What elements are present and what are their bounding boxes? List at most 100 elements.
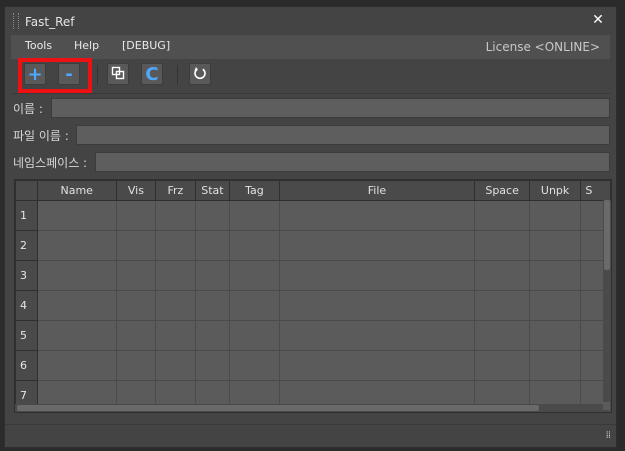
- row-header[interactable]: 5: [15, 320, 38, 351]
- table-cell[interactable]: [278, 350, 476, 381]
- table-cell[interactable]: [229, 230, 280, 261]
- c-button[interactable]: C: [141, 63, 163, 85]
- table-cell[interactable]: [115, 320, 157, 351]
- copy-button[interactable]: [107, 63, 129, 85]
- table-cell[interactable]: [115, 200, 157, 231]
- column-header-unpk[interactable]: Unpk: [528, 180, 582, 201]
- column-header-s[interactable]: S: [580, 180, 611, 201]
- table-cell[interactable]: [474, 260, 530, 291]
- table-cell[interactable]: [278, 200, 476, 231]
- row-header[interactable]: 6: [15, 350, 38, 381]
- table-cell[interactable]: [528, 200, 582, 231]
- name-input[interactable]: [51, 98, 610, 118]
- table-cell[interactable]: [115, 230, 157, 261]
- table-cell[interactable]: [115, 350, 157, 381]
- menu-help[interactable]: Help: [74, 39, 99, 52]
- corner-header[interactable]: [15, 180, 38, 201]
- table-cell[interactable]: [474, 230, 530, 261]
- table-cell[interactable]: [278, 260, 476, 291]
- table-cell[interactable]: [229, 200, 280, 231]
- column-header-tag[interactable]: Tag: [229, 180, 280, 201]
- filename-label: 파일 이름 :: [13, 129, 69, 143]
- horizontal-scroll-thumb[interactable]: [17, 405, 539, 411]
- table-cell[interactable]: [115, 260, 157, 291]
- filename-input[interactable]: [76, 125, 610, 145]
- table-cell[interactable]: [528, 320, 582, 351]
- column-header-stat[interactable]: Stat: [194, 180, 231, 201]
- table-cell[interactable]: [528, 230, 582, 261]
- table-cell[interactable]: [278, 230, 476, 261]
- table-cell[interactable]: [229, 260, 280, 291]
- drag-grip-icon[interactable]: [13, 13, 19, 29]
- table-row[interactable]: 2: [15, 230, 611, 261]
- close-icon: ✕: [592, 12, 604, 28]
- table-cell[interactable]: [194, 290, 231, 321]
- table-cell[interactable]: [36, 290, 117, 321]
- column-header-space[interactable]: Space: [474, 180, 530, 201]
- table-cell[interactable]: [115, 290, 157, 321]
- table-cell[interactable]: [528, 290, 582, 321]
- namespace-label: 네임스페이스 :: [13, 156, 88, 170]
- table-row[interactable]: 1: [15, 200, 611, 231]
- menu-debug[interactable]: [DEBUG]: [122, 39, 170, 52]
- table-cell[interactable]: [474, 320, 530, 351]
- name-label: 이름 :: [13, 102, 43, 116]
- table-cell[interactable]: [194, 350, 231, 381]
- table-cell[interactable]: [36, 320, 117, 351]
- column-header-file[interactable]: File: [278, 180, 476, 201]
- table-cell[interactable]: [229, 290, 280, 321]
- table-cell[interactable]: [194, 230, 231, 261]
- table-cell[interactable]: [155, 290, 196, 321]
- filename-row: 파일 이름 :: [11, 124, 610, 146]
- table-row[interactable]: 4: [15, 290, 611, 321]
- row-header[interactable]: 4: [15, 290, 38, 321]
- table-cell[interactable]: [474, 350, 530, 381]
- table-cell[interactable]: [474, 200, 530, 231]
- table-cell[interactable]: [528, 260, 582, 291]
- title-bar[interactable]: Fast_Ref ✕: [5, 7, 616, 35]
- table-cell[interactable]: [155, 260, 196, 291]
- namespace-row: 네임스페이스 :: [11, 151, 610, 173]
- table-cell[interactable]: [155, 320, 196, 351]
- table-cell[interactable]: [474, 290, 530, 321]
- toolbar-divider: [97, 65, 98, 85]
- table-cell[interactable]: [155, 200, 196, 231]
- highlight-box: [18, 58, 92, 93]
- table-header-row: Name Vis Frz Stat Tag File Space Unpk S: [15, 180, 611, 201]
- table-cell[interactable]: [229, 350, 280, 381]
- row-header[interactable]: 1: [15, 200, 38, 231]
- table-cell[interactable]: [36, 230, 117, 261]
- table-row[interactable]: 3: [15, 260, 611, 291]
- table-row[interactable]: 5: [15, 320, 611, 351]
- column-header-name[interactable]: Name: [36, 180, 117, 201]
- column-header-vis[interactable]: Vis: [115, 180, 157, 201]
- table-cell[interactable]: [155, 350, 196, 381]
- table-cell[interactable]: [229, 320, 280, 351]
- table-cell[interactable]: [155, 230, 196, 261]
- refresh-icon: [193, 66, 207, 83]
- close-button[interactable]: ✕: [590, 12, 606, 28]
- table-row[interactable]: 6: [15, 350, 611, 381]
- table-cell[interactable]: [36, 200, 117, 231]
- table-cell[interactable]: [194, 260, 231, 291]
- table-cell[interactable]: [36, 260, 117, 291]
- license-status: License <ONLINE>: [485, 40, 600, 54]
- toolbar: + - C: [11, 58, 610, 94]
- column-header-frz[interactable]: Frz: [155, 180, 196, 201]
- table-cell[interactable]: [278, 290, 476, 321]
- table-cell[interactable]: [194, 200, 231, 231]
- resize-grip-icon[interactable]: ⁞⁞: [606, 430, 611, 441]
- horizontal-scrollbar[interactable]: [15, 404, 603, 412]
- table-cell[interactable]: [194, 320, 231, 351]
- row-header[interactable]: 2: [15, 230, 38, 261]
- row-header[interactable]: 3: [15, 260, 38, 291]
- vertical-scrollbar[interactable]: [603, 200, 611, 402]
- namespace-input[interactable]: [95, 152, 610, 172]
- fast-ref-window: Fast_Ref ✕ Tools Help [DEBUG] License <O…: [4, 6, 617, 448]
- refresh-button[interactable]: [189, 63, 211, 85]
- table-cell[interactable]: [528, 350, 582, 381]
- menu-tools[interactable]: Tools: [25, 39, 52, 52]
- table-cell[interactable]: [278, 320, 476, 351]
- table-cell[interactable]: [36, 350, 117, 381]
- vertical-scroll-thumb[interactable]: [604, 200, 610, 270]
